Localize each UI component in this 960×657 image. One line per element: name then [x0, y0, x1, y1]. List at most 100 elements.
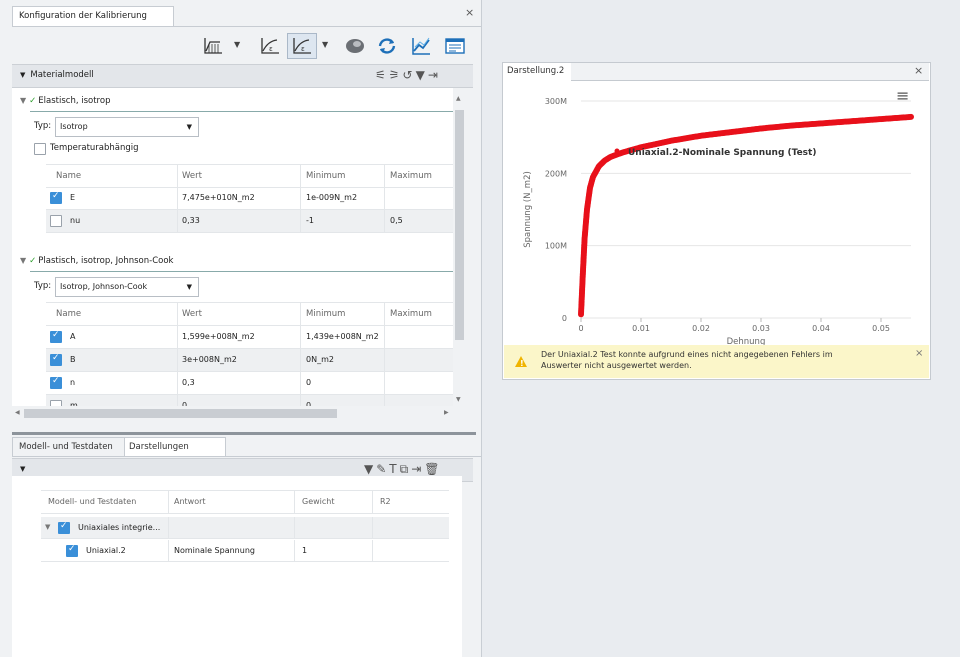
table-row[interactable]: ▼ Uniaxiales integrie...: [41, 517, 449, 539]
delete-icon[interactable]: 🗑: [424, 462, 442, 476]
refresh-icon[interactable]: [372, 33, 402, 59]
pencil-icon[interactable]: ✎: [376, 462, 389, 476]
stress-strain-curve-icon[interactable]: [198, 33, 228, 59]
column-header: Wert: [182, 171, 202, 181]
scrollbar-thumb[interactable]: [24, 409, 337, 418]
param-min[interactable]: 1,439e+008N_m2: [306, 332, 379, 341]
param-name: E: [70, 193, 76, 202]
table-row[interactable]: A 1,599e+008N_m2 1,439e+008N_m2: [46, 326, 453, 349]
param-value[interactable]: 1,599e+008N_m2: [182, 332, 255, 341]
column-header: R2: [380, 497, 391, 506]
table-row[interactable]: E 7,475e+010N_m2 1e-009N_m2: [46, 187, 453, 210]
scrollbar-thumb[interactable]: [455, 110, 464, 340]
legend-label: Uniaxial.2-Nominale Spannung (Test): [628, 148, 816, 158]
param-value[interactable]: 7,475e+010N_m2: [182, 193, 255, 202]
group-plastic-header[interactable]: ▼ ✓ Plastisch, isotrop, Johnson-Cook: [20, 256, 173, 266]
param-min[interactable]: 1e-009N_m2: [306, 193, 357, 202]
table-row[interactable]: n 0,3 0: [46, 372, 453, 395]
funnel-icon[interactable]: ▼: [364, 462, 376, 476]
undo-icon[interactable]: ↺: [403, 68, 416, 82]
close-icon[interactable]: ×: [915, 348, 923, 359]
table-row[interactable]: Uniaxial.2 Nominale Spannung 1: [41, 540, 449, 562]
column-header: Minimum: [306, 171, 346, 181]
param-value[interactable]: 0,3: [182, 378, 195, 387]
type-select-value: Isotrop, Johnson-Cook: [60, 282, 148, 291]
temperature-checkbox[interactable]: [34, 143, 46, 155]
y-tick-label: 200M: [545, 169, 567, 178]
x-axis-label: Dehnung: [727, 337, 766, 345]
tab-title: Konfiguration der Kalibrierung: [19, 11, 147, 21]
tab-label: Darstellungen: [129, 442, 189, 452]
column-header: Gewicht: [302, 497, 335, 506]
chevron-down-icon[interactable]: ▼: [45, 523, 50, 531]
scroll-left-icon[interactable]: ◀: [15, 409, 20, 416]
row-checkbox[interactable]: [50, 191, 62, 204]
chevron-down-icon: ▼: [186, 283, 192, 291]
test-name: Uniaxial.2: [86, 546, 126, 555]
type-select[interactable]: Isotrop, Johnson-Cook ▼: [55, 277, 199, 297]
chevron-down-icon[interactable]: ▼: [322, 33, 328, 57]
type-label: Typ:: [34, 281, 52, 291]
param-min[interactable]: 0: [306, 378, 311, 387]
param-value[interactable]: 0,33: [182, 216, 200, 225]
column-header: Modell- und Testdaten: [48, 497, 137, 506]
row-checkbox[interactable]: [50, 330, 62, 343]
param-max[interactable]: 0,5: [390, 216, 403, 225]
x-tick-label: 0.02: [692, 324, 710, 333]
param-value[interactable]: 3e+008N_m2: [182, 355, 237, 364]
table-header: Name Wert Minimum Maximum: [46, 302, 453, 326]
legend-marker: [614, 148, 620, 154]
row-checkbox[interactable]: [50, 376, 62, 389]
table-row[interactable]: B 3e+008N_m2 0N_m2: [46, 349, 453, 372]
column-header: Antwort: [174, 497, 206, 506]
tab-calibration-config[interactable]: Konfiguration der Kalibrierung: [12, 6, 174, 26]
material-model-header[interactable]: ▼ Materialmodell ⚟⚞↺▼⇥: [12, 64, 473, 88]
scroll-right-icon[interactable]: ▶: [444, 409, 449, 416]
export-icon[interactable]: ⇥: [411, 462, 424, 476]
splitter[interactable]: [12, 432, 476, 435]
shape-icon[interactable]: [340, 33, 370, 59]
row-checkbox[interactable]: [58, 521, 70, 534]
model-test-data-pane: Modell- und Testdaten Antwort Gewicht R2…: [12, 476, 462, 657]
warning-banner: ! Der Uniaxial.2 Test konnte aufgrund ei…: [504, 345, 929, 378]
text-icon[interactable]: T: [389, 462, 399, 476]
scroll-up-icon[interactable]: ▲: [456, 95, 461, 102]
close-icon[interactable]: ×: [465, 6, 474, 19]
table-row[interactable]: nu 0,33 -1 0,5: [46, 210, 453, 233]
strain-rate-icon[interactable]: ε: [287, 33, 317, 59]
table-view-icon[interactable]: [440, 33, 470, 59]
x-tick-label: 0.03: [752, 324, 770, 333]
filter-add-icon[interactable]: ⚟: [375, 68, 389, 82]
chevron-down-icon: ▼: [186, 123, 192, 131]
table-header: Modell- und Testdaten Antwort Gewicht R2: [41, 490, 449, 514]
close-icon[interactable]: ×: [914, 64, 923, 77]
tab-model-test-data[interactable]: Modell- und Testdaten: [12, 437, 130, 457]
weight[interactable]: 1: [302, 546, 307, 555]
strain-icon[interactable]: ε: [255, 33, 285, 59]
param-min[interactable]: 0N_m2: [306, 355, 334, 364]
row-checkbox[interactable]: [50, 353, 62, 366]
tab-darstellung[interactable]: Darstellung.2: [503, 63, 576, 80]
type-select[interactable]: Isotrop ▼: [55, 117, 199, 137]
group-elastic-header[interactable]: ▼ ✓ Elastisch, isotrop: [20, 96, 110, 106]
chevron-down-icon[interactable]: ▼: [234, 33, 240, 57]
param-min[interactable]: -1: [306, 216, 314, 225]
row-checkbox[interactable]: [66, 544, 78, 557]
tab-darstellungen[interactable]: Darstellungen: [124, 437, 226, 457]
funnel-icon[interactable]: ▼: [416, 68, 428, 82]
x-tick-label: 0.04: [812, 324, 830, 333]
param-name: n: [70, 378, 76, 387]
chart-edit-icon[interactable]: [406, 33, 436, 59]
row-checkbox[interactable]: [50, 215, 62, 227]
table-row[interactable]: m 0 0: [46, 395, 453, 406]
y-tick-label: 100M: [545, 242, 567, 251]
warning-text: Auswerter nicht ausgewertet werden.: [541, 361, 692, 370]
filter-remove-icon[interactable]: ⚞: [389, 68, 403, 82]
export-icon[interactable]: ⇥: [428, 68, 441, 82]
copy-icon[interactable]: ⧉: [400, 462, 412, 476]
data-point: [908, 113, 914, 120]
test-name: Uniaxiales integrie...: [78, 523, 161, 532]
scroll-down-icon[interactable]: ▼: [456, 396, 461, 403]
svg-text:ε: ε: [301, 45, 305, 53]
chevron-down-icon: ▼: [20, 465, 26, 473]
